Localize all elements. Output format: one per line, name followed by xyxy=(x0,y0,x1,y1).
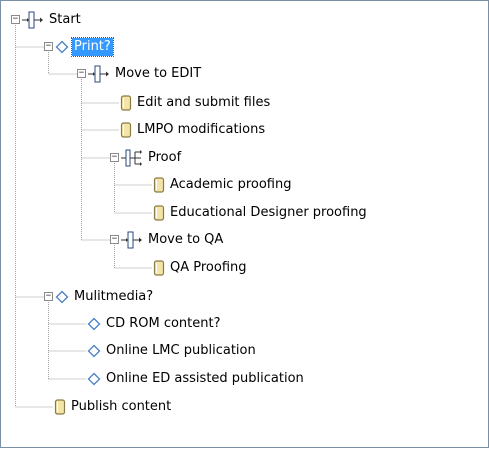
diamond-icon xyxy=(87,342,101,366)
collapse-toggle-multimedia[interactable]: − xyxy=(44,292,53,301)
tree-node-label[interactable]: Print? xyxy=(71,37,114,57)
tree-node-label[interactable]: Start xyxy=(47,11,83,29)
tree-node-label[interactable]: Educational Designer proofing xyxy=(168,204,369,222)
diamond-icon xyxy=(55,288,69,312)
workflow-tree[interactable]: − Start − Print? − Move to EDIT Edit and submi… xyxy=(0,0,489,448)
task-icon xyxy=(153,204,165,228)
tree-node-label[interactable]: QA Proofing xyxy=(168,259,249,277)
tree-node-label[interactable]: LMPO modifications xyxy=(135,121,267,139)
tree-node-label[interactable]: Move to EDIT xyxy=(113,65,203,83)
task-icon xyxy=(120,94,132,118)
tree-node-label[interactable]: Edit and submit files xyxy=(135,94,272,112)
collapse-toggle-proof[interactable]: − xyxy=(110,153,119,162)
task-icon xyxy=(153,176,165,200)
tree-node-label[interactable]: Online ED assisted publication xyxy=(104,370,306,388)
tree-node-label[interactable]: Mulitmedia? xyxy=(72,288,155,306)
tree-node-label[interactable]: CD ROM content? xyxy=(104,315,223,333)
collapse-toggle-start[interactable]: − xyxy=(11,15,20,24)
tree-node-label[interactable]: Academic proofing xyxy=(168,176,293,194)
tree-node-label[interactable]: Proof xyxy=(146,149,183,167)
diamond-icon xyxy=(87,315,101,339)
diamond-icon xyxy=(55,38,69,62)
gateway-icon xyxy=(22,11,44,35)
tree-node-label[interactable]: Publish content xyxy=(69,398,173,416)
diamond-icon xyxy=(87,370,101,394)
task-icon xyxy=(153,259,165,283)
parallel-gateway-icon xyxy=(121,149,143,173)
tree-node-label[interactable]: Move to QA xyxy=(146,231,225,249)
collapse-toggle-print[interactable]: − xyxy=(44,42,53,51)
tree-node-label[interactable]: Online LMC publication xyxy=(104,342,258,360)
gateway-icon xyxy=(121,231,143,255)
collapse-toggle-move-qa[interactable]: − xyxy=(110,235,119,244)
task-icon xyxy=(120,121,132,145)
collapse-toggle-move-edit[interactable]: − xyxy=(77,69,86,78)
task-icon xyxy=(54,398,66,422)
gateway-icon xyxy=(88,65,110,89)
